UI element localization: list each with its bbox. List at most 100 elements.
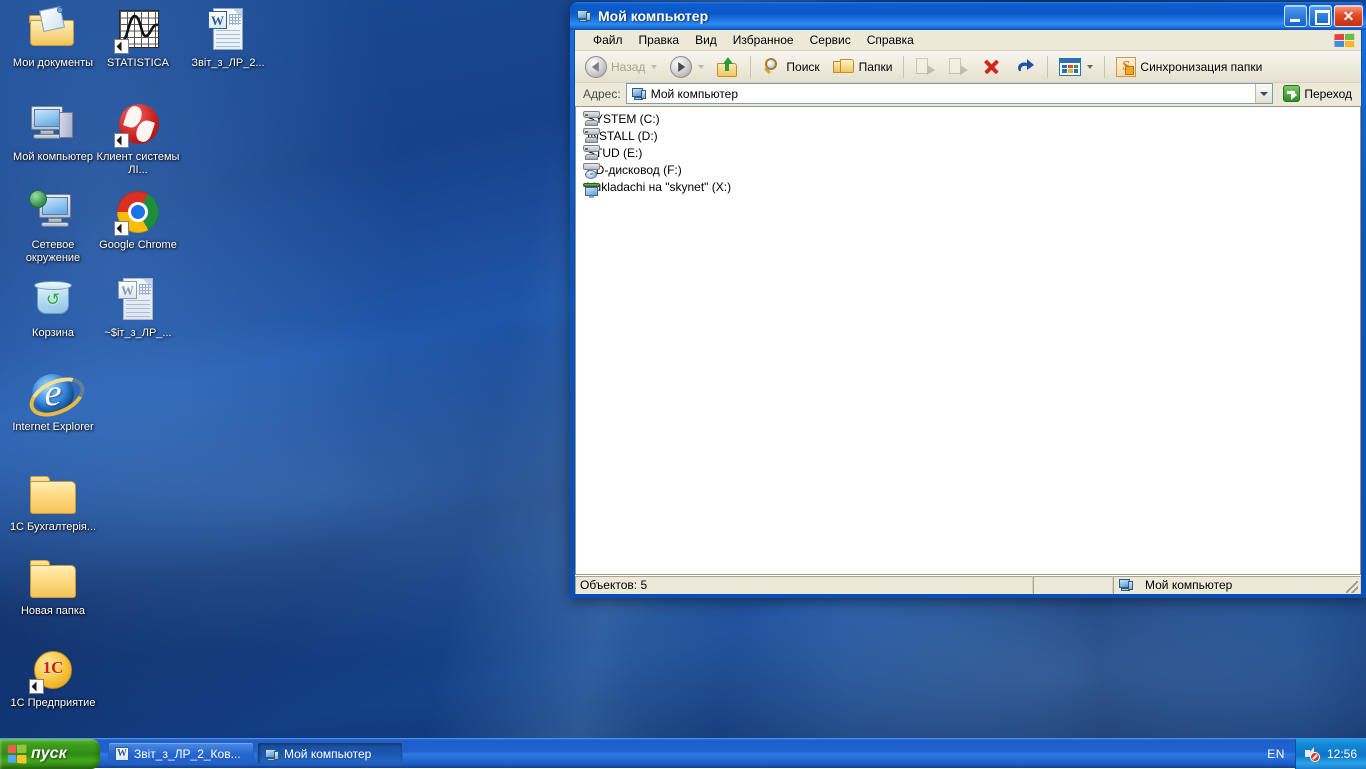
menu-bar: Файл Правка Вид Избранное Сервис Справка <box>575 30 1361 51</box>
desktop-icon-ie[interactable]: Internet Explorer <box>8 370 98 434</box>
status-object-count: Объектов: 5 <box>575 576 1033 595</box>
sync-label: Синхронизация папки <box>1140 60 1262 74</box>
desktop-icon-doc[interactable]: WЗвіт_з_ЛР_2... <box>183 6 273 70</box>
onec-enterprise-icon <box>29 646 77 694</box>
statistica-icon <box>114 6 162 54</box>
toolbar-separator <box>750 56 751 78</box>
start-button[interactable]: пуск <box>0 739 100 769</box>
toolbar-separator-4 <box>1104 56 1105 78</box>
language-indicator[interactable]: EN <box>1257 747 1295 761</box>
shortcut-overlay-icon <box>114 39 129 54</box>
desktop-icon-label: Новая папка <box>8 605 98 618</box>
go-button[interactable]: Переход <box>1278 83 1357 104</box>
window-title-bar[interactable]: Мой компьютер <box>570 2 1366 30</box>
drive-item[interactable]: INSTALL (D:) <box>580 127 661 144</box>
my-computer-icon <box>576 8 592 24</box>
menu-view[interactable]: Вид <box>687 31 725 49</box>
folder-up-icon <box>717 57 739 77</box>
desktop-icon-label: 1С Предприятие <box>8 697 98 710</box>
move-to-folder-icon <box>915 57 935 77</box>
word-document-icon: W <box>204 6 252 54</box>
desktop-icon-client[interactable]: Клиент системы ЛІ... <box>93 100 183 177</box>
notification-area: 12:56 <box>1295 739 1366 769</box>
folder-icon <box>29 470 77 518</box>
forward-arrow-icon <box>670 56 692 78</box>
drive-item[interactable]: STUD (E:) <box>580 144 645 161</box>
forward-chevron-down-icon[interactable] <box>698 65 704 69</box>
desktop-icon-label: Google Chrome <box>93 239 183 252</box>
desktop-icon-docgray[interactable]: W~$іт_з_ЛР_... <box>93 276 183 340</box>
desktop-icon-mydocs[interactable]: Мои документы <box>8 6 98 70</box>
desktop-icon-label: 1С Бухгалтерія... <box>8 521 98 534</box>
status-middle-pane <box>1033 576 1113 595</box>
desktop-icon-folder[interactable]: Новая папка <box>8 554 98 618</box>
close-button[interactable] <box>1334 5 1363 27</box>
status-location-label: Мой компьютер <box>1145 578 1232 592</box>
system-tray: EN 12:56 <box>1257 739 1366 769</box>
menu-help[interactable]: Справка <box>859 31 922 49</box>
menu-tools[interactable]: Сервис <box>802 31 859 49</box>
forward-button[interactable] <box>664 54 710 80</box>
address-chevron-down-icon[interactable] <box>1255 84 1272 103</box>
address-input[interactable]: Мой компьютер <box>626 83 1274 104</box>
drive-item[interactable]: CD-дисковод (F:) <box>580 161 685 178</box>
my-documents-icon <box>29 6 77 54</box>
go-arrow-icon <box>1283 85 1300 102</box>
menu-file[interactable]: Файл <box>585 31 631 49</box>
toolbar-separator-3 <box>1047 56 1048 78</box>
desktop-icon-bin[interactable]: ↺Корзина <box>8 276 98 340</box>
clock[interactable]: 12:56 <box>1327 747 1357 761</box>
desktop-icon-stat[interactable]: STATISTICA <box>93 6 183 70</box>
search-button[interactable]: Поиск <box>756 54 825 80</box>
desktop-icon-folder[interactable]: 1С Бухгалтерія... <box>8 470 98 534</box>
shortcut-overlay-icon <box>114 133 129 148</box>
taskbar-button-label: Звіт_з_ЛР_2_Ков... <box>134 747 241 761</box>
status-location-pane: Мой компьютер <box>1113 576 1361 595</box>
desktop-icon-computer[interactable]: Мой компьютер <box>8 100 98 164</box>
shortcut-overlay-icon <box>114 221 129 236</box>
menu-favorites[interactable]: Избранное <box>725 31 802 49</box>
desktop-icon-network[interactable]: Сетевое окружение <box>8 188 98 265</box>
views-button[interactable] <box>1053 54 1099 80</box>
copy-to-folder-icon <box>948 57 968 77</box>
go-label: Переход <box>1304 87 1352 101</box>
windows-logo-icon <box>8 744 27 763</box>
desktop-icon-label: Мои документы <box>8 57 98 70</box>
taskbar-button-label: Мой компьютер <box>284 747 371 761</box>
minimize-button[interactable] <box>1284 5 1307 27</box>
drive-item[interactable]: SYSTEM (C:) <box>580 110 663 127</box>
volume-muted-icon[interactable] <box>1304 746 1320 762</box>
back-arrow-icon <box>585 56 607 78</box>
menu-edit[interactable]: Правка <box>631 31 688 49</box>
back-chevron-down-icon[interactable] <box>651 65 657 69</box>
back-label: Назад <box>611 60 645 74</box>
maximize-button[interactable] <box>1309 5 1332 27</box>
move-to-button[interactable] <box>909 54 941 80</box>
undo-button[interactable] <box>1008 54 1042 80</box>
file-list-pane[interactable]: SYSTEM (C:)INSTALL (D:)STUD (E:)CD-диско… <box>575 107 1361 575</box>
copy-to-button[interactable] <box>942 54 974 80</box>
sync-folder-button[interactable]: Синхронизация папки <box>1110 54 1268 80</box>
views-chevron-down-icon[interactable] <box>1087 65 1093 69</box>
desktop-icon-label: Корзина <box>8 327 98 340</box>
delete-button[interactable] <box>975 54 1007 80</box>
address-label: Адрес: <box>583 87 621 101</box>
desktop-icon-onec[interactable]: 1С Предприятие <box>8 646 98 710</box>
window-controls <box>1284 5 1363 27</box>
taskbar-button[interactable]: Мой компьютер <box>257 742 403 765</box>
google-chrome-icon <box>114 188 162 236</box>
desktop-icon-label: Клиент системы ЛІ... <box>93 151 183 177</box>
folders-button[interactable]: Папки <box>827 54 899 80</box>
taskbar-button[interactable]: WЗвіт_з_ЛР_2_Ков... <box>108 742 254 765</box>
desktop-icon-chrome[interactable]: Google Chrome <box>93 188 183 252</box>
toolbar: Назад Поиск <box>575 51 1361 83</box>
resize-grip[interactable] <box>1346 581 1358 593</box>
folders-icon <box>833 57 855 77</box>
desktop-icon-label: STATISTICA <box>93 57 183 70</box>
word-temp-document-icon: W <box>114 276 162 324</box>
toolbar-separator-2 <box>903 56 904 78</box>
up-one-level-button[interactable] <box>711 54 745 80</box>
drive-item[interactable]: Vukladachi на "skynet" (X:) <box>580 178 734 195</box>
client-system-icon <box>114 100 162 148</box>
back-button[interactable]: Назад <box>579 54 663 80</box>
